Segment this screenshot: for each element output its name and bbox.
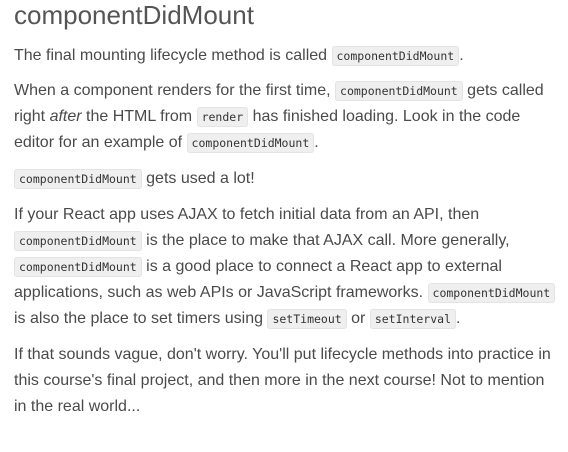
inline-code: setInterval	[369, 309, 456, 329]
text: .	[314, 134, 319, 151]
text: When a component renders for the first t…	[14, 82, 336, 99]
inline-code: componentDidMount	[427, 283, 556, 303]
paragraph-first-render: When a component renders for the first t…	[14, 78, 558, 156]
text: is also the place to set timers using	[14, 310, 268, 327]
inline-code: componentDidMount	[335, 81, 463, 101]
page-title: componentDidMount	[14, 0, 254, 30]
inline-code: componentDidMount	[186, 133, 315, 153]
text: the HTML from	[81, 108, 197, 125]
paragraph-ajax: If your React app uses AJAX to fetch ini…	[14, 202, 558, 332]
inline-code: render	[196, 107, 249, 127]
inline-code: componentDidMount	[331, 46, 460, 66]
text: .	[456, 310, 461, 327]
inline-code: componentDidMount	[14, 257, 142, 277]
inline-code: componentDidMount	[14, 231, 142, 251]
lesson-article: componentDidMount The final mounting lif…	[0, 0, 568, 452]
inline-code: componentDidMount	[14, 169, 142, 189]
emphasis-text: after	[49, 108, 82, 125]
text: If your React app uses AJAX to fetch ini…	[14, 206, 480, 223]
paragraph-used-a-lot: componentDidMount gets used a lot!	[14, 166, 558, 192]
text: If that sounds vague, don't worry. You'l…	[14, 346, 551, 415]
text: .	[459, 47, 464, 64]
paragraph-intro: The final mounting lifecycle method is c…	[14, 43, 558, 69]
inline-code: setTimeout	[267, 309, 347, 329]
text: is the place to make that AJAX call. Mor…	[141, 232, 510, 249]
text: or	[346, 310, 370, 327]
text: gets used a lot!	[141, 170, 255, 187]
text: The final mounting lifecycle method is c…	[14, 47, 332, 64]
paragraph-closing: If that sounds vague, don't worry. You'l…	[14, 342, 558, 420]
